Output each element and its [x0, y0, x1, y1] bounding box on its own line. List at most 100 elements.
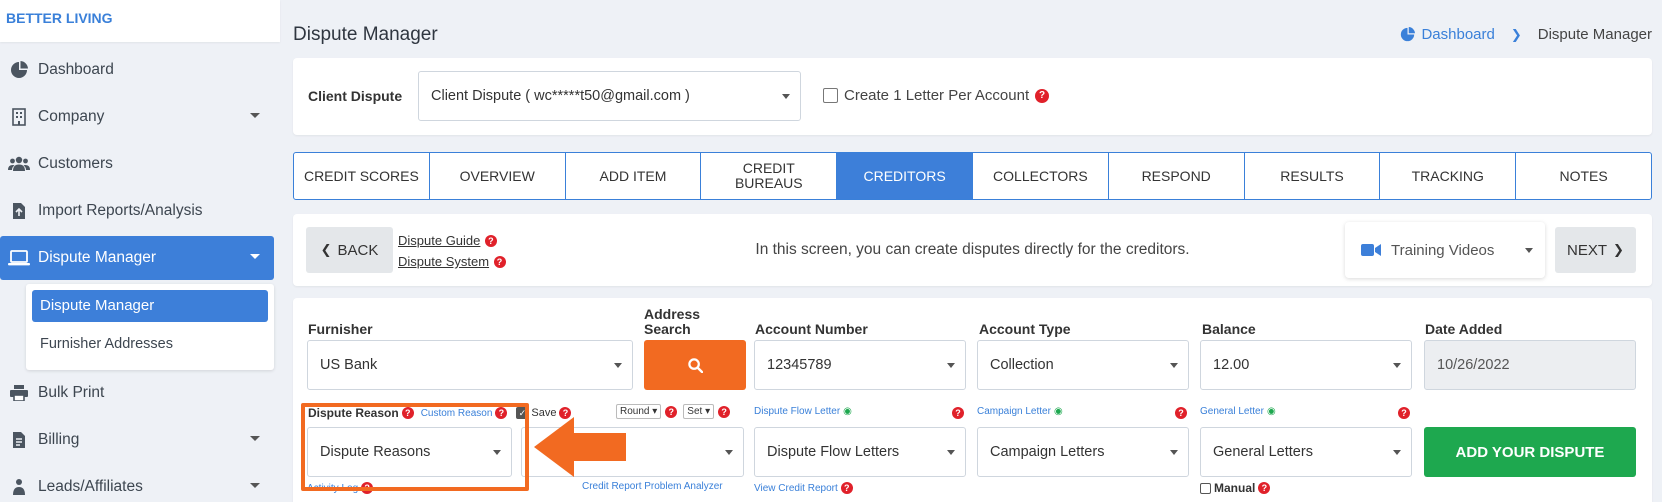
- client-dispute-select[interactable]: Client Dispute ( wc*****t50@gmail.com ): [418, 71, 801, 121]
- account-number-label: Account Number: [755, 321, 868, 337]
- sidebar-item-bulk-print[interactable]: Bulk Print: [0, 371, 274, 415]
- help-icon[interactable]: ?: [952, 407, 964, 419]
- address-search-button[interactable]: [644, 340, 746, 390]
- dispute-flow-label[interactable]: Dispute Flow Letter: [754, 406, 840, 417]
- breadcrumb-home-label: Dashboard: [1421, 26, 1495, 43]
- account-type-select[interactable]: Collection: [977, 340, 1189, 390]
- sidebar-item-label: Bulk Print: [38, 384, 105, 401]
- tab-creditors[interactable]: CREDITORS: [837, 153, 973, 199]
- help-icon[interactable]: ?: [1175, 407, 1187, 419]
- campaign-select[interactable]: Campaign Letters: [977, 427, 1189, 477]
- sidebar-item-label: Customers: [38, 155, 113, 172]
- dashboard-icon: [1401, 27, 1416, 42]
- sidebar-item-label: Import Reports/Analysis: [38, 202, 203, 219]
- credit-problem-analyzer-link[interactable]: Credit Report Problem Analyzer: [582, 481, 723, 492]
- chevron-down-icon: [782, 94, 790, 99]
- search-icon: [687, 357, 703, 373]
- chevron-down-icon: [250, 113, 260, 118]
- laptop-icon: [8, 247, 30, 269]
- tab-respond[interactable]: RESPOND: [1109, 153, 1245, 199]
- campaign-header: Campaign Letter ◉: [977, 406, 1063, 417]
- help-icon[interactable]: ?: [665, 405, 678, 418]
- create-letter-checkbox[interactable]: [823, 88, 838, 103]
- view-credit-report-link[interactable]: View Credit Report ?: [754, 482, 853, 494]
- sidebar-item-leads-affiliates[interactable]: Leads/Affiliates: [0, 465, 274, 502]
- chevron-down-icon: [947, 363, 955, 368]
- invoice-icon: [8, 429, 30, 451]
- chevron-down-icon: [947, 450, 955, 455]
- tab-notes[interactable]: NOTES: [1516, 153, 1651, 199]
- leads-icon: [8, 476, 30, 498]
- dispute-flow-header: Dispute Flow Letter ◉: [754, 406, 852, 417]
- help-icon[interactable]: ?: [1398, 407, 1410, 419]
- tab-overview[interactable]: OVERVIEW: [430, 153, 566, 199]
- balance-label: Balance: [1202, 321, 1256, 337]
- furnisher-select[interactable]: US Bank: [307, 340, 633, 390]
- eye-icon[interactable]: ◉: [1054, 406, 1063, 417]
- dispute-tabs: CREDIT SCORES OVERVIEW ADD ITEM CREDIT BU…: [293, 152, 1652, 200]
- brand-logo[interactable]: BETTER LIVING: [0, 0, 280, 42]
- address-search-label: Address Search: [644, 306, 701, 337]
- campaign-label[interactable]: Campaign Letter: [977, 406, 1051, 417]
- manual-checkbox[interactable]: [1200, 482, 1211, 494]
- import-icon: [8, 200, 30, 222]
- help-icon[interactable]: ?: [718, 405, 731, 418]
- help-icon[interactable]: ?: [1035, 88, 1050, 103]
- help-icon[interactable]: ?: [840, 482, 853, 494]
- sidebar-item-dashboard[interactable]: Dashboard: [0, 48, 274, 92]
- date-added-label: Date Added: [1425, 321, 1503, 337]
- chevron-down-icon: [614, 363, 622, 368]
- video-camera-icon: [1361, 244, 1381, 256]
- training-videos-dropdown[interactable]: Training Videos: [1345, 222, 1545, 278]
- create-letter-label: Create 1 Letter Per Account: [844, 87, 1030, 104]
- sidebar-item-label: Dashboard: [38, 61, 114, 78]
- furnisher-label: Furnisher: [308, 321, 373, 337]
- general-select[interactable]: General Letters: [1200, 427, 1412, 477]
- dashboard-icon: [8, 59, 30, 81]
- tab-collectors[interactable]: COLLECTORS: [973, 153, 1109, 199]
- sidebar-item-label: Billing: [38, 431, 80, 448]
- create-letter-per-account: Create 1 Letter Per Account ?: [823, 87, 1050, 104]
- dispute-flow-select[interactable]: Dispute Flow Letters: [754, 427, 966, 477]
- chevron-down-icon: [1170, 363, 1178, 368]
- sidebar-item-dispute-manager[interactable]: Dispute Manager: [0, 236, 274, 280]
- chevron-down-icon: [1393, 363, 1401, 368]
- general-label[interactable]: General Letter: [1200, 406, 1264, 417]
- set-select[interactable]: Set ▾: [683, 404, 715, 419]
- tab-credit-bureaus[interactable]: CREDIT BUREAUS: [701, 153, 838, 199]
- round-set-controls: Round ▾ ? Set ▾ ?: [616, 404, 731, 419]
- account-number-select[interactable]: 12345789: [754, 340, 966, 390]
- sidebar-item-label: Company: [38, 108, 105, 125]
- sidebar-item-billing[interactable]: Billing: [0, 418, 274, 462]
- client-dispute-card: Client Dispute Client Dispute ( wc*****t…: [293, 58, 1652, 135]
- sidebar-item-label: Leads/Affiliates: [38, 478, 143, 495]
- users-icon: [8, 153, 30, 175]
- tab-credit-scores[interactable]: CREDIT SCORES: [294, 153, 430, 199]
- chevron-down-icon: [250, 254, 260, 259]
- page-title: Dispute Manager: [293, 24, 438, 45]
- tab-add-item[interactable]: ADD ITEM: [566, 153, 702, 199]
- next-button[interactable]: NEXT ❯: [1555, 227, 1636, 273]
- tab-tracking[interactable]: TRACKING: [1380, 153, 1517, 199]
- nav-card: ❮ BACK Dispute Guide ? Dispute System ? …: [293, 214, 1652, 286]
- chevron-right-icon: ❯: [1510, 26, 1522, 42]
- help-icon[interactable]: ?: [1258, 482, 1271, 494]
- sidebar-item-customers[interactable]: Customers: [0, 142, 274, 186]
- chevron-down-icon: [1170, 450, 1178, 455]
- highlight-box: [301, 403, 529, 491]
- submenu-item-dispute-manager[interactable]: Dispute Manager: [32, 290, 268, 322]
- balance-select[interactable]: 12.00: [1200, 340, 1412, 390]
- breadcrumb-home-link[interactable]: Dashboard: [1400, 26, 1495, 43]
- submenu-item-furnisher-addresses[interactable]: Furnisher Addresses: [40, 336, 173, 352]
- date-added-field[interactable]: 10/26/2022: [1424, 340, 1636, 390]
- chevron-down-icon: [1525, 248, 1533, 253]
- chevron-down-icon: [1393, 450, 1401, 455]
- add-dispute-button[interactable]: ADD YOUR DISPUTE: [1424, 427, 1636, 477]
- tab-results[interactable]: RESULTS: [1245, 153, 1381, 199]
- account-type-label: Account Type: [979, 321, 1071, 337]
- eye-icon[interactable]: ◉: [1267, 406, 1276, 417]
- breadcrumb-current: Dispute Manager: [1537, 26, 1652, 43]
- sidebar-item-import-reports[interactable]: Import Reports/Analysis: [0, 189, 274, 233]
- sidebar-item-company[interactable]: Company: [0, 95, 274, 139]
- eye-icon[interactable]: ◉: [843, 406, 852, 417]
